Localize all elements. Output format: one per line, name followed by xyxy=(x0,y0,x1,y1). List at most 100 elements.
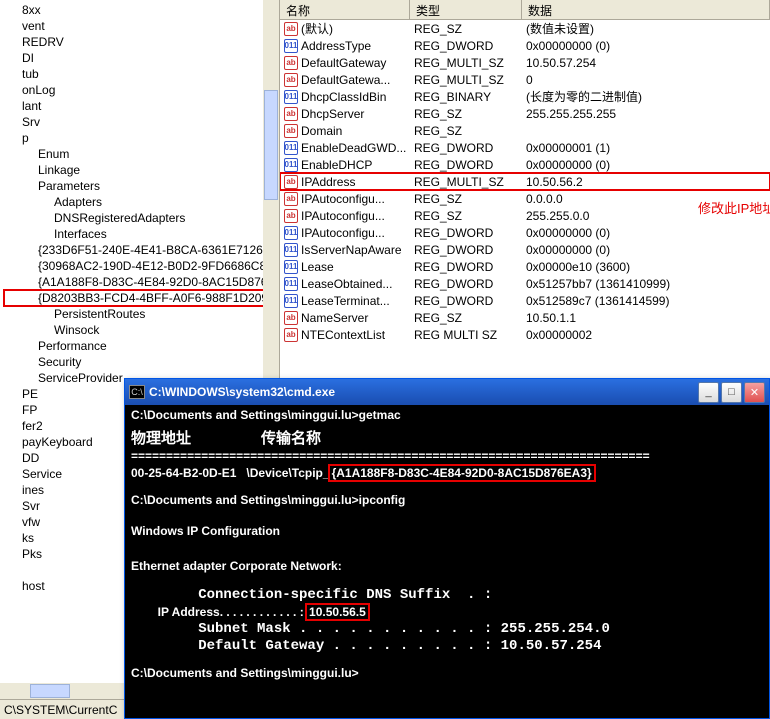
value-name: (默认) xyxy=(301,20,333,37)
registry-value-row[interactable]: 011LeaseREG_DWORD0x00000e10 (3600) xyxy=(280,258,770,275)
header-data[interactable]: 数据 xyxy=(522,0,770,19)
registry-value-row[interactable]: abNameServerREG_SZ10.50.1.1 xyxy=(280,309,770,326)
tree-item[interactable]: REDRV xyxy=(4,34,279,50)
key-icon xyxy=(6,514,22,530)
minimize-button[interactable]: _ xyxy=(698,382,719,403)
tree-item[interactable]: {233D6F51-240E-4E41-B8CA-6361E7126053} xyxy=(4,242,279,258)
tree-item-label: fer2 xyxy=(22,418,43,434)
value-type: REG_SZ xyxy=(410,311,522,325)
string-value-icon: ab xyxy=(284,56,298,70)
cmd-titlebar[interactable]: C:\ C:\WINDOWS\system32\cmd.exe _ □ ✕ xyxy=(125,379,769,405)
value-data: 255.255.255.255 xyxy=(522,107,770,121)
tree-item-label: Winsock xyxy=(54,322,99,338)
cmd-window[interactable]: C:\ C:\WINDOWS\system32\cmd.exe _ □ ✕ C:… xyxy=(124,378,770,719)
value-name: NameServer xyxy=(301,311,368,325)
key-icon xyxy=(6,562,22,578)
header-name[interactable]: 名称 xyxy=(280,0,410,19)
tree-item[interactable]: tub xyxy=(4,66,279,82)
header-type[interactable]: 类型 xyxy=(410,0,522,19)
tree-item[interactable]: {30968AC2-190D-4E12-B0D2-9FD6686C835F} xyxy=(4,258,279,274)
tree-item[interactable]: onLog xyxy=(4,82,279,98)
tree-item[interactable]: {D8203BB3-FCD4-4BFF-A0F6-988F1D209F14} xyxy=(4,290,279,306)
tree-item[interactable]: Interfaces xyxy=(4,226,279,242)
tree-item-label: Srv xyxy=(22,114,40,130)
tree-item-label: tub xyxy=(22,66,39,82)
string-value-icon: ab xyxy=(284,192,298,206)
tree-item-label: ines xyxy=(22,482,44,498)
tree-item-label: onLog xyxy=(22,82,55,98)
value-type: REG_SZ xyxy=(410,124,522,138)
tree-item[interactable]: Parameters xyxy=(4,178,279,194)
value-type: REG_MULTI_SZ xyxy=(410,56,522,70)
registry-value-row[interactable]: 011EnableDeadGWD... REG_DWORD0x00000001 (… xyxy=(280,139,770,156)
value-data: 0 xyxy=(522,73,770,87)
registry-value-row[interactable]: abNTEContextListREG MULTI SZ0x00000002 xyxy=(280,326,770,343)
key-icon xyxy=(22,338,38,354)
tree-item[interactable]: Adapters xyxy=(4,194,279,210)
tree-item-label: p xyxy=(22,130,29,146)
registry-value-row[interactable]: abDefaultGatewa...REG_MULTI_SZ0 xyxy=(280,71,770,88)
value-type: REG_DWORD xyxy=(410,158,522,172)
string-value-icon: ab xyxy=(284,107,298,121)
key-icon xyxy=(6,98,22,114)
key-icon xyxy=(6,114,22,130)
string-value-icon: ab xyxy=(284,209,298,223)
value-data: (长度为零的二进制值) xyxy=(522,88,770,105)
key-icon xyxy=(6,578,22,594)
registry-value-row[interactable]: 011IsServerNapAwareREG_DWORD0x00000000 (… xyxy=(280,241,770,258)
value-name: EnableDHCP xyxy=(301,158,372,172)
registry-value-row[interactable]: abIPAutoconfigu...REG_SZ255.255.0.0 xyxy=(280,207,770,224)
value-type: REG_DWORD xyxy=(410,260,522,274)
tree-item[interactable]: p xyxy=(4,130,279,146)
registry-value-row[interactable]: abIPAddressREG_MULTI_SZ10.50.56.2 xyxy=(280,173,770,190)
cmd-icon: C:\ xyxy=(129,385,145,399)
value-type: REG_SZ xyxy=(410,192,522,206)
tree-item[interactable]: 8xx xyxy=(4,2,279,18)
binary-value-icon: 011 xyxy=(284,243,298,257)
registry-value-row[interactable]: 011AddressTypeREG_DWORD0x00000000 (0) xyxy=(280,37,770,54)
tree-item[interactable]: vent xyxy=(4,18,279,34)
tree-item-label: Security xyxy=(38,354,81,370)
value-data: 0x00000e10 (3600) xyxy=(522,260,770,274)
tree-item[interactable]: Enum xyxy=(4,146,279,162)
tree-item[interactable]: {A1A188F8-D83C-4E84-92D0-8AC15D876EA3} xyxy=(4,274,279,290)
tree-item[interactable]: Performance xyxy=(4,338,279,354)
registry-value-row[interactable]: 011IPAutoconfigu...REG_DWORD0x00000000 (… xyxy=(280,224,770,241)
value-type: REG_SZ xyxy=(410,209,522,223)
tree-item[interactable]: Winsock xyxy=(4,322,279,338)
device-guid-highlight: {A1A188F8-D83C-4E84-92D0-8AC15D876EA3} xyxy=(330,466,594,480)
registry-value-row[interactable]: 011EnableDHCPREG_DWORD0x00000000 (0) xyxy=(280,156,770,173)
list-header[interactable]: 名称 类型 数据 xyxy=(280,0,770,20)
tree-item[interactable]: Linkage xyxy=(4,162,279,178)
key-icon xyxy=(6,50,22,66)
tree-item[interactable]: Security xyxy=(4,354,279,370)
close-button[interactable]: ✕ xyxy=(744,382,765,403)
value-data: 10.50.56.2 xyxy=(522,175,770,189)
tree-item[interactable]: Srv xyxy=(4,114,279,130)
registry-value-row[interactable]: abIPAutoconfigu...REG_SZ0.0.0.0 xyxy=(280,190,770,207)
value-name: Domain xyxy=(301,124,342,138)
maximize-button[interactable]: □ xyxy=(721,382,742,403)
value-type: REG MULTI SZ xyxy=(410,328,522,342)
tree-item[interactable]: DI xyxy=(4,50,279,66)
string-value-icon: ab xyxy=(284,311,298,325)
value-name: NTEContextList xyxy=(301,328,385,342)
value-data: 0x00000000 (0) xyxy=(522,39,770,53)
tree-item[interactable]: PersistentRoutes xyxy=(4,306,279,322)
registry-value-row[interactable]: abDhcpServerREG_SZ255.255.255.255 xyxy=(280,105,770,122)
tree-item[interactable]: DNSRegisteredAdapters xyxy=(4,210,279,226)
registry-value-row[interactable]: abDomainREG_SZ xyxy=(280,122,770,139)
tree-item[interactable]: lant xyxy=(4,98,279,114)
registry-value-row[interactable]: 011LeaseTerminat...REG_DWORD0x512589c7 (… xyxy=(280,292,770,309)
registry-value-row[interactable]: 011LeaseObtained...REG_DWORD0x51257bb7 (… xyxy=(280,275,770,292)
registry-value-row[interactable]: ab(默认)REG_SZ(数值未设置) xyxy=(280,20,770,37)
value-data: 0x51257bb7 (1361410999) xyxy=(522,277,770,291)
registry-value-row[interactable]: 011DhcpClassIdBinREG_BINARY(长度为零的二进制值) xyxy=(280,88,770,105)
value-data: 0x00000001 (1) xyxy=(522,141,770,155)
binary-value-icon: 011 xyxy=(284,141,298,155)
value-name: IPAutoconfigu... xyxy=(301,209,385,223)
key-icon xyxy=(6,34,22,50)
value-type: REG_DWORD xyxy=(410,141,522,155)
registry-value-row[interactable]: abDefaultGatewayREG_MULTI_SZ10.50.57.254 xyxy=(280,54,770,71)
value-name: EnableDeadGWD... xyxy=(301,141,406,155)
